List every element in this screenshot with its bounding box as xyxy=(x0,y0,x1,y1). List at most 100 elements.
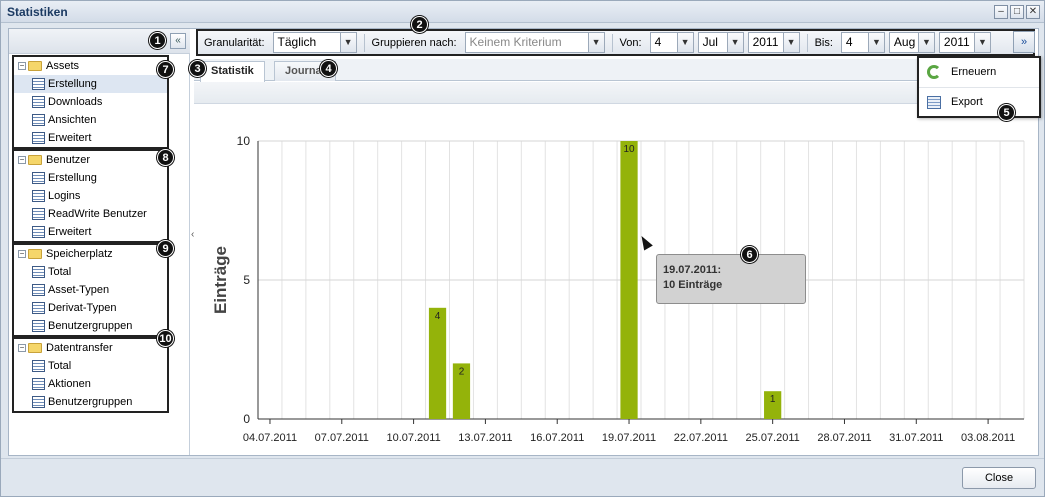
callout-badge: 10 xyxy=(157,330,174,347)
toolbar-separator xyxy=(611,33,613,52)
collapse-toggle-icon[interactable]: − xyxy=(18,156,26,165)
from-month-select[interactable]: Jul ▼ xyxy=(697,32,744,53)
chevron-down-icon[interactable]: ▼ xyxy=(973,33,990,52)
group-by-value: Keinem Kriterium xyxy=(469,35,562,49)
close-icon[interactable]: ✕ xyxy=(1026,5,1040,19)
tree-folder-label: Assets xyxy=(46,60,80,72)
report-icon xyxy=(32,114,45,126)
bar-chart: 0 5 10 04.07.2011 07.07.2011 10.07.2011 13.07.… xyxy=(211,134,1025,478)
callout-badge: 6 xyxy=(741,246,758,263)
to-day-select[interactable]: 4 ▼ xyxy=(840,32,885,53)
title-bar[interactable]: Statistiken – □ ✕ xyxy=(1,1,1044,23)
tree-item[interactable]: Downloads xyxy=(14,93,167,111)
more-actions-button[interactable]: » xyxy=(1013,31,1035,53)
report-icon xyxy=(32,208,45,220)
tree-group-3: − Datentransfer Total Aktionen Benutzergrupp… xyxy=(12,337,169,413)
tree-folder[interactable]: − Assets xyxy=(14,57,167,75)
actions-menu: Erneuern Export xyxy=(917,56,1041,118)
toolbar-separator xyxy=(806,33,808,52)
bar-value-label: 4 xyxy=(435,311,441,322)
export-icon xyxy=(927,96,941,109)
tree-item-label: Erweitert xyxy=(48,226,92,238)
x-tick-label: 04.07.2011 xyxy=(243,432,297,444)
report-icon xyxy=(32,190,45,202)
granularity-label: Granularität: xyxy=(204,36,265,49)
tree-item-label: Total xyxy=(48,360,72,372)
report-icon xyxy=(32,396,45,408)
tree-item[interactable]: ReadWrite Benutzer xyxy=(14,205,167,223)
report-icon xyxy=(32,96,45,108)
dialog-footer: Close xyxy=(1,458,1044,496)
collapse-toggle-icon[interactable]: − xyxy=(18,250,26,259)
tree-item[interactable]: Aktionen xyxy=(14,375,167,393)
from-label: Von: xyxy=(619,36,642,49)
bar-value-label: 10 xyxy=(623,144,635,155)
tree-item[interactable]: Total xyxy=(14,263,167,281)
y-axis-title: Einträge xyxy=(211,246,230,314)
chevron-down-icon[interactable]: ▼ xyxy=(782,33,799,52)
tree-folder[interactable]: − Speicherplatz xyxy=(14,245,167,263)
tree-item[interactable]: Logins xyxy=(14,187,167,205)
x-tick-label: 25.07.2011 xyxy=(746,432,800,444)
tree-item[interactable]: Benutzergruppen xyxy=(14,393,167,411)
tree-folder-label: Datentransfer xyxy=(46,342,113,354)
menu-item-label: Erneuern xyxy=(951,66,997,78)
tree-item-label: Derivat-Typen xyxy=(48,302,117,314)
close-button[interactable]: Close xyxy=(962,467,1036,489)
chevron-down-icon[interactable]: ▼ xyxy=(676,33,693,52)
x-tick-label: 03.08.2011 xyxy=(961,432,1015,444)
tree-item-label: Erstellung xyxy=(48,172,97,184)
from-day-value: 4 xyxy=(654,35,662,49)
chevron-down-icon[interactable]: ▼ xyxy=(917,33,934,52)
report-icon xyxy=(32,302,45,314)
tree-item[interactable]: Ansichten xyxy=(14,111,167,129)
collapse-panel-button[interactable]: « xyxy=(170,33,186,49)
tree-item[interactable]: Erstellung xyxy=(14,75,167,93)
chevron-down-icon[interactable]: ▼ xyxy=(726,33,743,52)
refresh-icon xyxy=(927,65,941,79)
menu-item-refresh[interactable]: Erneuern xyxy=(919,58,1039,87)
toolbar-separator xyxy=(363,33,365,52)
maximize-icon[interactable]: □ xyxy=(1010,5,1024,19)
callout-badge: 8 xyxy=(157,149,174,166)
minimize-icon[interactable]: – xyxy=(994,5,1008,19)
from-day-select[interactable]: 4 ▼ xyxy=(649,32,694,53)
tree-group-2: − Speicherplatz Total Asset-Typen Derivat-Ty… xyxy=(12,243,169,337)
menu-item-label: Export xyxy=(951,96,983,108)
chevron-down-icon[interactable]: ▼ xyxy=(339,33,356,52)
to-month-select[interactable]: Aug ▼ xyxy=(888,32,935,53)
collapse-toggle-icon[interactable]: − xyxy=(18,62,26,71)
tree-folder[interactable]: − Datentransfer xyxy=(14,339,167,357)
tree-item[interactable]: Erweitert xyxy=(14,223,167,241)
report-icon xyxy=(32,132,45,144)
main-area: Granularität: Täglich ▼ Gruppieren nach:… xyxy=(194,29,1041,478)
tree-item[interactable]: Derivat-Typen xyxy=(14,299,167,317)
to-year-value: 2011 xyxy=(943,35,970,49)
tab-statistik[interactable]: Statistik xyxy=(200,61,265,82)
to-year-select[interactable]: 2011 ▼ xyxy=(938,32,991,53)
report-icon xyxy=(32,320,45,332)
from-year-select[interactable]: 2011 ▼ xyxy=(747,32,800,53)
report-icon xyxy=(32,266,45,278)
granularity-select[interactable]: Täglich ▼ xyxy=(272,32,357,53)
tree-folder[interactable]: − Benutzer xyxy=(14,151,167,169)
tree-item[interactable]: Asset-Typen xyxy=(14,281,167,299)
menu-item-export[interactable]: Export xyxy=(919,87,1039,116)
chevron-down-icon[interactable]: ▼ xyxy=(587,33,604,52)
tree-item[interactable]: Total xyxy=(14,357,167,375)
tree-folder-label: Benutzer xyxy=(46,154,91,166)
tree-item-label: Erweitert xyxy=(48,132,92,144)
tree-item-label: Ansichten xyxy=(48,114,97,126)
group-by-select[interactable]: Keinem Kriterium ▼ xyxy=(464,32,605,53)
to-day-value: 4 xyxy=(845,35,853,49)
chevron-down-icon[interactable]: ▼ xyxy=(867,33,884,52)
tree-item[interactable]: Erstellung xyxy=(14,169,167,187)
callout-badge: 5 xyxy=(998,104,1015,121)
tree-item[interactable]: Benutzergruppen xyxy=(14,317,167,335)
folder-icon xyxy=(28,155,42,166)
tree-group-1: − Benutzer Erstellung Logins ReadWrite Benut… xyxy=(12,149,169,243)
tree-item-label: Erstellung xyxy=(48,78,97,90)
tree-item[interactable]: Erweitert xyxy=(14,129,167,147)
collapse-toggle-icon[interactable]: − xyxy=(18,344,26,353)
tooltip-date: 19.07.2011: xyxy=(663,264,722,276)
